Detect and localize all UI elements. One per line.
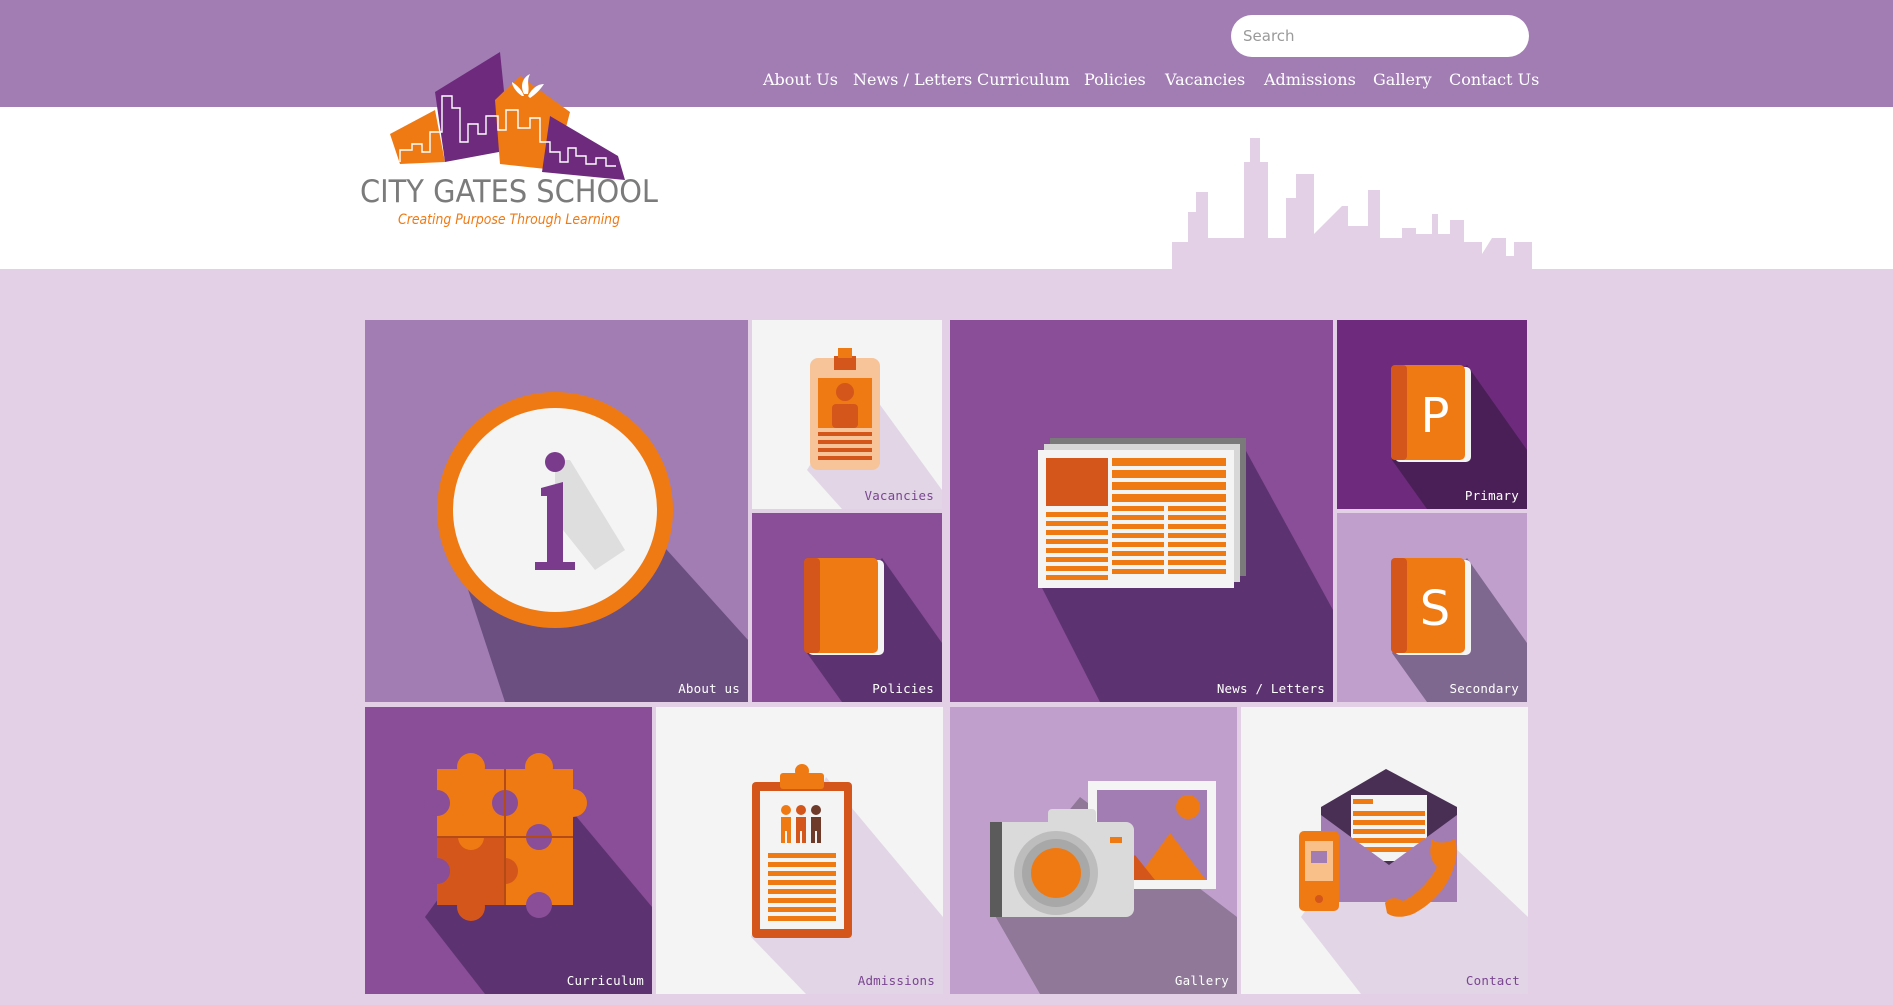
tile-gallery[interactable]: Gallery	[950, 707, 1237, 994]
school-logo[interactable]: CITY GATES SCHOOL Creating Purpose Throu…	[360, 52, 670, 232]
tile-policies[interactable]: Policies	[752, 513, 942, 702]
search-input[interactable]	[1231, 15, 1529, 57]
camera-icon	[990, 781, 1237, 994]
newspaper-icon	[1038, 438, 1333, 702]
nav-contact-us[interactable]: Contact Us	[1449, 70, 1539, 89]
clipboard-icon	[751, 764, 943, 994]
info-icon	[437, 392, 748, 702]
tile-label: About us	[678, 681, 740, 696]
logo-tagline: Creating Purpose Through Learning	[398, 212, 620, 228]
nav-curriculum[interactable]: Curriculum	[977, 70, 1070, 89]
tile-news-letters[interactable]: News / Letters	[950, 320, 1333, 702]
puzzle-icon	[424, 753, 652, 994]
nav-gallery[interactable]: Gallery	[1373, 70, 1432, 89]
tile-about-us[interactable]: About us	[365, 320, 748, 702]
tile-vacancies[interactable]: Vacancies	[752, 320, 942, 509]
envelope-phone-icon	[1299, 769, 1528, 994]
logo-wordmark: CITY GATES SCHOOL	[360, 174, 659, 210]
tile-curriculum[interactable]: Curriculum	[365, 707, 652, 994]
book-s-icon: S	[1391, 558, 1527, 702]
nav-policies[interactable]: Policies	[1084, 70, 1146, 89]
city-skyline-logo-icon: CITY GATES SCHOOL Creating Purpose Throu…	[360, 52, 659, 228]
tile-label: Vacancies	[864, 488, 934, 503]
tile-label: Admissions	[857, 973, 935, 988]
tile-label: Curriculum	[566, 973, 644, 988]
nav-vacancies[interactable]: Vacancies	[1165, 70, 1245, 89]
id-badge-icon	[807, 348, 942, 509]
top-header-bar: About Us News / Letters Curriculum Polic…	[0, 0, 1893, 107]
tile-secondary[interactable]: S Secondary	[1337, 513, 1527, 702]
book-icon	[804, 558, 942, 702]
book-p-icon: P	[1391, 365, 1527, 509]
book-letter: P	[1421, 388, 1450, 444]
tile-admissions[interactable]: Admissions	[656, 707, 943, 994]
tile-contact[interactable]: Contact	[1241, 707, 1528, 994]
tile-label: Secondary	[1449, 681, 1519, 696]
tile-label: Contact	[1465, 973, 1520, 988]
tile-label: Primary	[1464, 488, 1519, 503]
tile-label: Policies	[872, 681, 934, 696]
tile-primary[interactable]: P Primary	[1337, 320, 1527, 509]
tile-label: Gallery	[1174, 973, 1229, 988]
nav-about-us[interactable]: About Us	[763, 70, 838, 89]
nav-admissions[interactable]: Admissions	[1264, 70, 1356, 89]
nav-news-letters[interactable]: News / Letters	[853, 70, 972, 89]
header-band	[0, 107, 1893, 269]
book-letter: S	[1420, 581, 1450, 637]
skyline-decoration	[1172, 138, 1532, 269]
tile-label: News / Letters	[1216, 681, 1325, 696]
